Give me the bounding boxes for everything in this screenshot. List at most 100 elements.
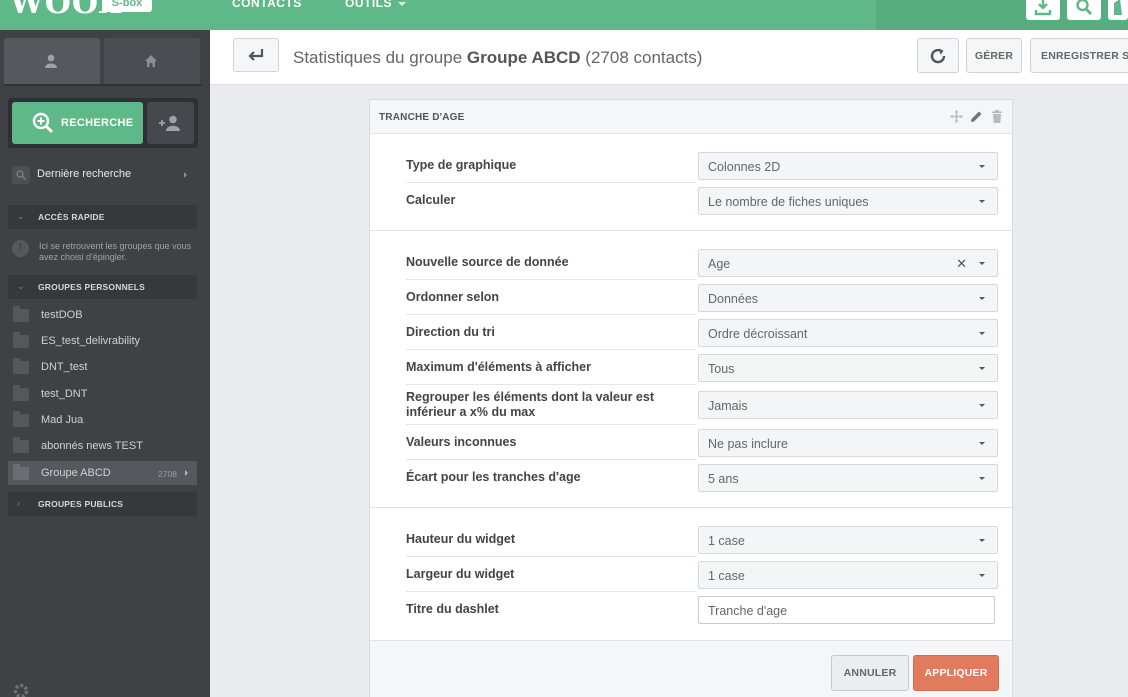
quick-access-info-text: Ici se retrouvent les groupes que vous a… <box>39 241 192 262</box>
page-header: Statistiques du groupe Groupe ABCD (2708… <box>210 30 1128 85</box>
field-label: Calculer <box>406 193 456 207</box>
nav-outils[interactable]: OUTILS <box>345 0 406 10</box>
quick-access-info: ! Ici se retrouvent les groupes que vous… <box>10 238 200 268</box>
refresh-button[interactable] <box>917 38 959 73</box>
order-by-select[interactable]: Données <box>698 284 998 312</box>
manage-button[interactable]: GÉRER <box>966 38 1022 73</box>
nav-outils-label: OUTILS <box>345 0 392 10</box>
folder-icon <box>13 358 29 374</box>
save-as-button[interactable]: ENREGISTRER SOUS <box>1030 38 1128 73</box>
field-label: Type de graphique <box>406 158 517 172</box>
page-title: Statistiques du groupe Groupe ABCD (2708… <box>293 48 702 68</box>
chevron-down-icon: ⌄ <box>17 211 25 221</box>
field-label: Regrouper les éléments dont la valeur es… <box>406 390 654 419</box>
group-item-mad-jua[interactable]: Mad Jua <box>8 408 197 432</box>
magnifier-icon <box>16 170 26 180</box>
field-label: Direction du tri <box>406 325 495 339</box>
caret-down-icon <box>979 367 985 370</box>
widget-config-panel: TRANCHE D'AGE Type de graphique Colonnes… <box>369 99 1013 697</box>
max-items-select[interactable]: Tous <box>698 354 998 382</box>
field-label: Titre du dashlet <box>406 602 499 616</box>
clear-icon[interactable]: ✕ <box>956 256 967 272</box>
age-gap-select[interactable]: 5 ans <box>698 464 998 492</box>
home-icon <box>145 55 157 67</box>
panel-title: TRANCHE D'AGE <box>379 112 465 123</box>
select-value: Age <box>708 257 731 271</box>
group-below-select[interactable]: Jamais <box>698 391 998 419</box>
row-divider <box>406 349 696 350</box>
dashlet-title-input[interactable]: Tranche d'age <box>698 596 995 624</box>
folder-icon <box>13 385 29 401</box>
section-divider <box>370 507 1012 508</box>
field-label: Hauteur du widget <box>406 532 516 546</box>
field-label: Valeurs inconnues <box>406 435 517 449</box>
gear-icon[interactable] <box>12 682 30 697</box>
search-button[interactable]: RECHERCHE <box>12 102 143 144</box>
group-item-es-test-delivrability[interactable]: ES_test_delivrability <box>8 329 197 353</box>
chart-type-select[interactable]: Colonnes 2D <box>698 152 998 180</box>
group-item-test-dnt[interactable]: test_DNT <box>8 382 197 406</box>
pencil-icon[interactable] <box>970 110 983 123</box>
field-label: Largeur du widget <box>406 567 515 581</box>
panel-footer: ANNULER APPLIQUER <box>370 640 1012 697</box>
chevron-right-icon: › <box>17 498 20 508</box>
folder-icon <box>13 464 29 480</box>
caret-down-icon <box>979 574 985 577</box>
folder-icon <box>13 332 29 348</box>
chevron-down-icon <box>398 1 406 6</box>
row-divider <box>406 424 696 425</box>
group-item-dnt-test[interactable]: DNT_test <box>8 355 197 379</box>
nav-contacts[interactable]: CONTACTS <box>232 0 302 10</box>
select-value: Ne pas inclure <box>708 437 788 451</box>
section-public-groups[interactable]: › GROUPES PUBLICS <box>8 492 197 516</box>
row-divider <box>406 314 696 315</box>
add-contact-button[interactable] <box>147 102 194 144</box>
apply-button[interactable]: APPLIQUER <box>913 655 999 691</box>
back-arrow-icon <box>248 49 264 61</box>
select-value: Tous <box>708 362 735 376</box>
last-search-icon <box>12 166 30 184</box>
group-item-testdob[interactable]: testDOB <box>8 303 197 327</box>
field-label: Écart pour les tranches d'age <box>406 470 581 484</box>
group-item-abonnes-news-test[interactable]: abonnés news TEST <box>8 434 197 458</box>
back-button[interactable] <box>233 38 279 72</box>
group-item-groupe-abcd[interactable]: Groupe ABCD 2708 <box>8 461 197 485</box>
cancel-button[interactable]: ANNULER <box>831 655 909 691</box>
sort-direction-select[interactable]: Ordre décroissant <box>698 319 998 347</box>
section-public-groups-title: GROUPES PUBLICS <box>38 499 124 509</box>
caret-down-icon <box>979 200 985 203</box>
group-item-label: abonnés news TEST <box>41 440 143 452</box>
top-bar: WOOX S-box CONTACTS OUTILS <box>0 0 1128 30</box>
zoom-plus-icon <box>32 112 54 134</box>
add-user-icon <box>159 115 180 131</box>
caret-down-icon <box>979 332 985 335</box>
section-quick-access[interactable]: ⌄ ACCÈS RAPIDE <box>8 205 197 229</box>
tab-home[interactable] <box>104 38 200 84</box>
caret-down-icon <box>979 165 985 168</box>
last-search-item[interactable]: Dernière recherche <box>10 164 200 186</box>
compute-select[interactable]: Le nombre de fiches uniques <box>698 187 998 215</box>
unknown-values-select[interactable]: Ne pas inclure <box>698 429 998 457</box>
tab-divider <box>4 84 202 86</box>
page-title-group: Groupe ABCD <box>466 48 581 67</box>
tab-contacts[interactable] <box>4 38 100 84</box>
widget-width-select[interactable]: 1 case <box>698 561 998 589</box>
last-search-label: Dernière recherche <box>37 168 132 180</box>
section-quick-access-title: ACCÈS RAPIDE <box>38 212 105 222</box>
data-source-select[interactable]: Age ✕ <box>698 249 998 277</box>
section-personal-groups-title: GROUPES PERSONNELS <box>38 282 146 292</box>
trash-icon[interactable] <box>991 110 1003 123</box>
section-personal-groups[interactable]: ⌄ GROUPES PERSONNELS <box>8 275 197 299</box>
folder-icon <box>13 306 29 322</box>
zoom-search-icon <box>1076 0 1092 15</box>
user-menu-button[interactable] <box>1108 0 1128 20</box>
search-zoom-button[interactable] <box>1067 0 1101 20</box>
download-button[interactable] <box>1026 0 1060 20</box>
widget-height-select[interactable]: 1 case <box>698 526 998 554</box>
move-icon[interactable] <box>950 110 963 123</box>
group-item-label: DNT_test <box>41 361 88 373</box>
select-value: 1 case <box>708 534 745 548</box>
select-value: 1 case <box>708 569 745 583</box>
group-item-label: Groupe ABCD <box>41 467 111 479</box>
group-item-count: 2708 <box>158 469 177 479</box>
